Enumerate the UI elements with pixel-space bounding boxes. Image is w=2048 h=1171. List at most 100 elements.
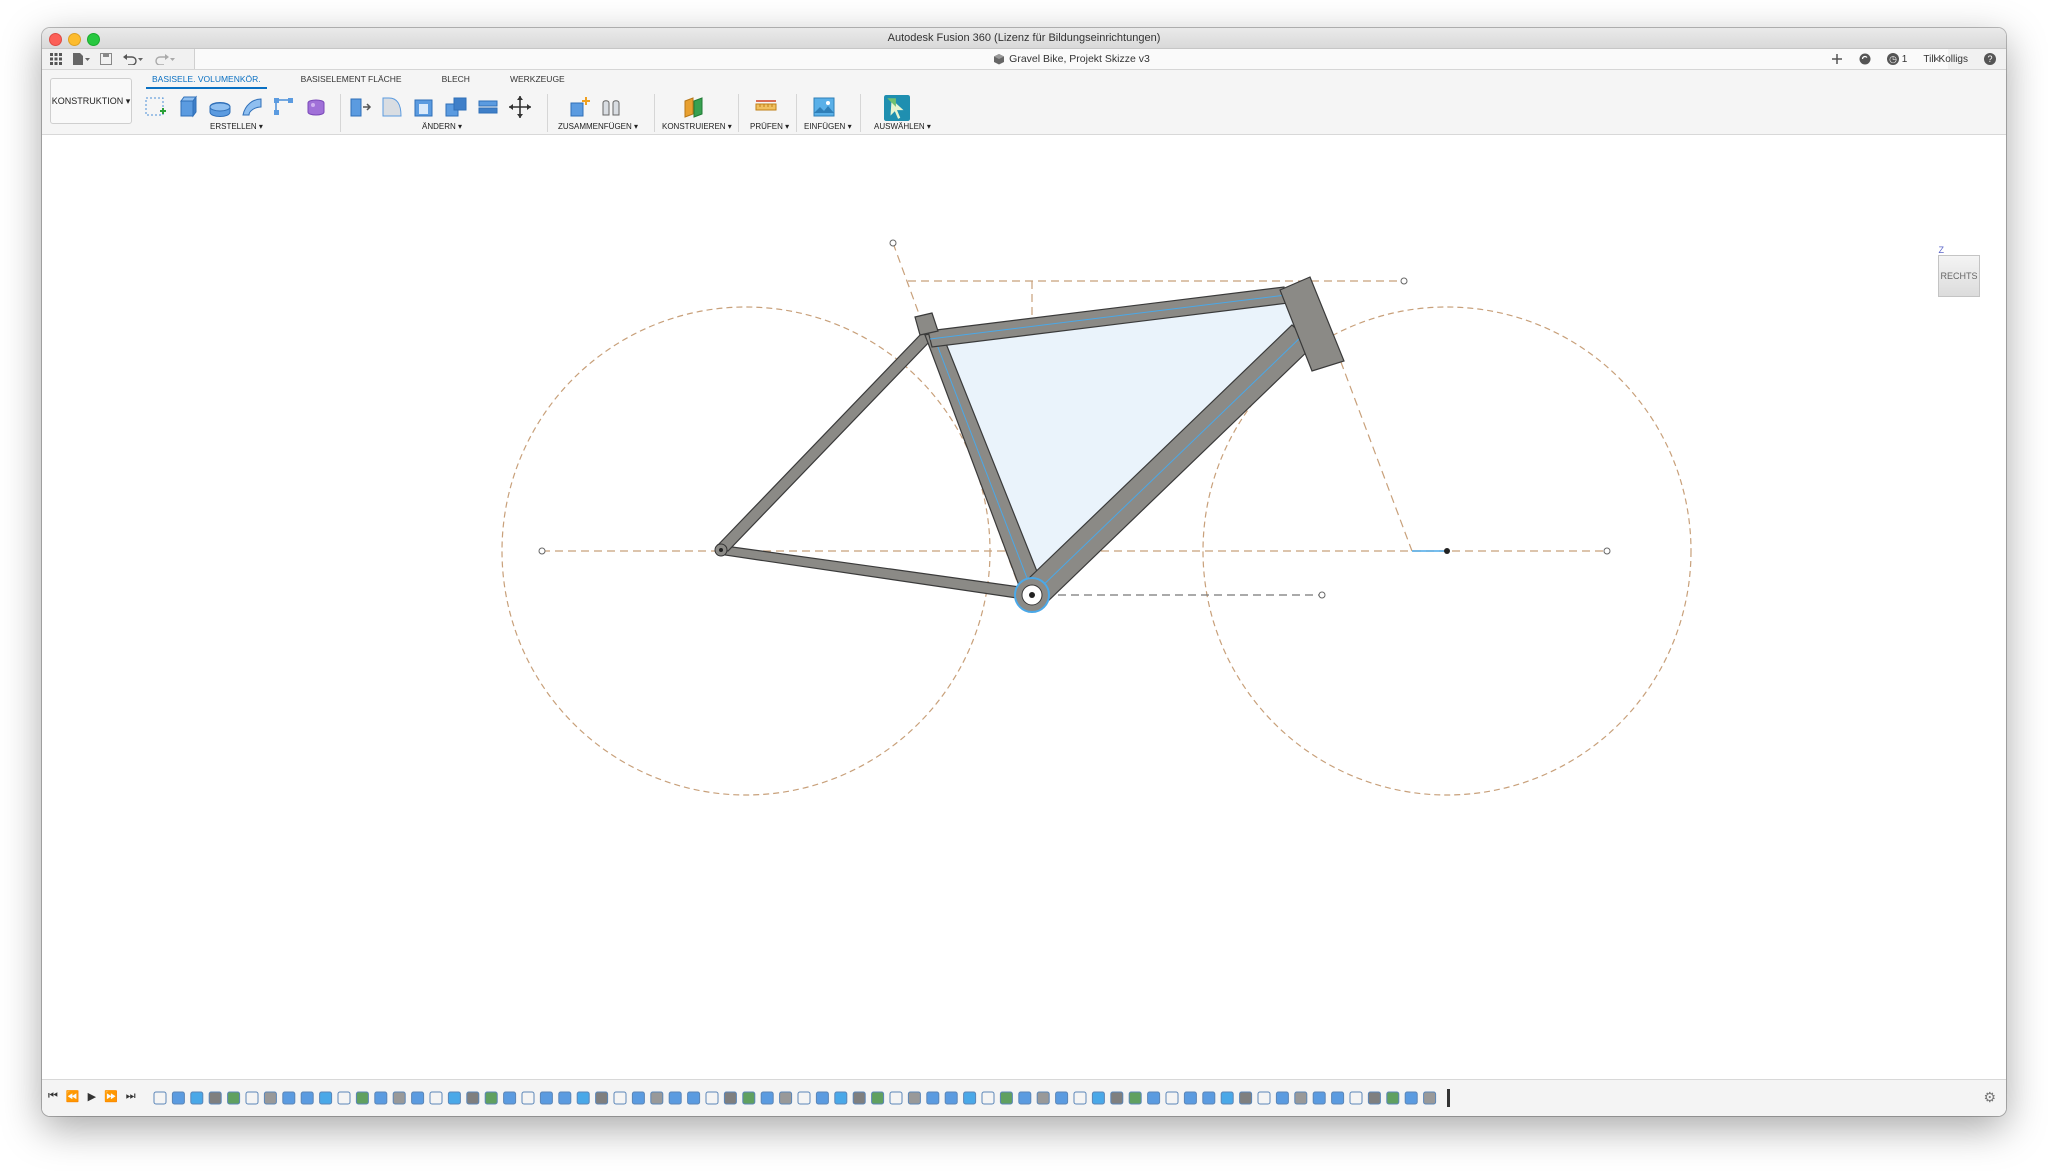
timeline-feature-icon[interactable] bbox=[779, 1091, 793, 1105]
select-group[interactable]: AUSWÄHLEN ▾ bbox=[874, 122, 931, 131]
timeline-feature-icon[interactable] bbox=[576, 1091, 590, 1105]
seat-tube-top[interactable] bbox=[914, 312, 939, 336]
offset-plane-icon[interactable] bbox=[682, 95, 706, 119]
tab-tools[interactable]: WERKZEUGE bbox=[504, 72, 571, 89]
timeline-feature-icon[interactable] bbox=[153, 1091, 167, 1105]
timeline-feature-icon[interactable] bbox=[815, 1091, 829, 1105]
timeline-feature-icon[interactable] bbox=[171, 1091, 185, 1105]
seat-stay[interactable] bbox=[715, 332, 933, 552]
step-back-button[interactable]: ⏪ bbox=[66, 1090, 80, 1103]
timeline-feature-icon[interactable] bbox=[797, 1091, 811, 1105]
timeline-feature-icon[interactable] bbox=[944, 1091, 958, 1105]
step-forward-button[interactable]: ⏩ bbox=[104, 1090, 118, 1103]
timeline-feature-icon[interactable] bbox=[742, 1091, 756, 1105]
timeline-feature-icon[interactable] bbox=[1423, 1091, 1437, 1105]
joint-icon[interactable] bbox=[600, 95, 624, 119]
timeline-feature-icon[interactable] bbox=[1257, 1091, 1271, 1105]
play-button[interactable]: ▶ bbox=[88, 1090, 96, 1103]
maximize-window-button[interactable] bbox=[87, 33, 100, 46]
timeline-feature-icon[interactable] bbox=[447, 1091, 461, 1105]
rectangular-pattern-icon[interactable] bbox=[272, 95, 296, 119]
minimize-window-button[interactable] bbox=[68, 33, 81, 46]
go-to-start-button[interactable]: ⏮ bbox=[48, 1090, 58, 1103]
timeline-feature-icon[interactable] bbox=[263, 1091, 277, 1105]
tab-sheet-metal[interactable]: BLECH bbox=[436, 72, 476, 89]
sweep-icon[interactable] bbox=[240, 95, 264, 119]
timeline-feature-icon[interactable] bbox=[503, 1091, 517, 1105]
timeline-feature-icon[interactable] bbox=[963, 1091, 977, 1105]
job-status[interactable]: ◷ 1 bbox=[1887, 53, 1907, 65]
front-axle-point[interactable] bbox=[1444, 548, 1450, 554]
design-canvas[interactable]: Z RECHTS bbox=[42, 135, 2006, 1080]
go-to-end-button[interactable]: ⏭ bbox=[126, 1090, 136, 1103]
form-icon[interactable] bbox=[304, 95, 328, 119]
modify-group[interactable]: ÄNDERN ▾ bbox=[422, 122, 462, 131]
timeline-feature-icon[interactable] bbox=[521, 1091, 535, 1105]
timeline-feature-icon[interactable] bbox=[558, 1091, 572, 1105]
revolve-icon[interactable] bbox=[208, 95, 232, 119]
timeline-feature-icon[interactable] bbox=[1018, 1091, 1032, 1105]
select-icon[interactable] bbox=[884, 95, 910, 121]
timeline-feature-icon[interactable] bbox=[245, 1091, 259, 1105]
timeline-feature-icon[interactable] bbox=[1331, 1091, 1345, 1105]
document-tab[interactable]: Gravel Bike, Projekt Skizze v3 × bbox=[194, 49, 1948, 69]
timeline-feature-icon[interactable] bbox=[1202, 1091, 1216, 1105]
timeline-feature-icon[interactable] bbox=[1183, 1091, 1197, 1105]
insert-canvas-icon[interactable] bbox=[812, 95, 836, 119]
timeline-feature-icon[interactable] bbox=[1386, 1091, 1400, 1105]
timeline-feature-icon[interactable] bbox=[1404, 1091, 1418, 1105]
view-cube[interactable]: RECHTS bbox=[1938, 255, 1980, 297]
timeline-feature-icon[interactable] bbox=[650, 1091, 664, 1105]
split-body-icon[interactable] bbox=[476, 95, 500, 119]
help-icon[interactable]: ? bbox=[1984, 53, 1996, 65]
timeline-feature-icon[interactable] bbox=[282, 1091, 296, 1105]
file-icon[interactable] bbox=[72, 53, 90, 65]
timeline-feature-icon[interactable] bbox=[429, 1091, 443, 1105]
create-group[interactable]: ERSTELLEN ▾ bbox=[210, 122, 263, 131]
sync-icon[interactable] bbox=[1859, 53, 1871, 65]
timeline-feature-icon[interactable] bbox=[466, 1091, 480, 1105]
insert-group[interactable]: EINFÜGEN ▾ bbox=[804, 122, 852, 131]
construct-group[interactable]: KONSTRUIEREN ▾ bbox=[662, 122, 732, 131]
user-name[interactable]: Till Kolligs bbox=[1923, 54, 1968, 65]
timeline-feature-icon[interactable] bbox=[705, 1091, 719, 1105]
timeline-feature-icon[interactable] bbox=[668, 1091, 682, 1105]
timeline-feature-icon[interactable] bbox=[1110, 1091, 1124, 1105]
combine-icon[interactable] bbox=[444, 95, 468, 119]
timeline-feature-icon[interactable] bbox=[907, 1091, 921, 1105]
rear-dropout[interactable] bbox=[714, 543, 728, 557]
timeline-feature-icon[interactable] bbox=[687, 1091, 701, 1105]
timeline-feature-icon[interactable] bbox=[1349, 1091, 1363, 1105]
gear-icon[interactable]: ⚙ bbox=[1983, 1089, 1996, 1106]
timeline-feature-icon[interactable] bbox=[1275, 1091, 1289, 1105]
timeline-feature-icon[interactable] bbox=[1055, 1091, 1069, 1105]
timeline-feature-icon[interactable] bbox=[981, 1091, 995, 1105]
new-component-icon[interactable] bbox=[568, 95, 592, 119]
fillet-icon[interactable] bbox=[380, 95, 404, 119]
close-window-button[interactable] bbox=[49, 33, 62, 46]
timeline-feature-icon[interactable] bbox=[1239, 1091, 1253, 1105]
timeline-feature-icon[interactable] bbox=[227, 1091, 241, 1105]
timeline-feature-icon[interactable] bbox=[834, 1091, 848, 1105]
tab-surface[interactable]: BASISELEMENT FLÄCHE bbox=[295, 72, 408, 89]
timeline-feature-icon[interactable] bbox=[1165, 1091, 1179, 1105]
timeline-feature-icon[interactable] bbox=[760, 1091, 774, 1105]
timeline-feature-icon[interactable] bbox=[723, 1091, 737, 1105]
undo-icon[interactable] bbox=[122, 53, 144, 65]
timeline-feature-icon[interactable] bbox=[190, 1091, 204, 1105]
measure-icon[interactable] bbox=[754, 95, 778, 119]
move-icon[interactable] bbox=[508, 95, 532, 119]
timeline-feature-icon[interactable] bbox=[300, 1091, 314, 1105]
timeline-feature-icon[interactable] bbox=[631, 1091, 645, 1105]
press-pull-icon[interactable] bbox=[348, 95, 372, 119]
timeline-feature-icon[interactable] bbox=[999, 1091, 1013, 1105]
tab-solid[interactable]: BASISELE. VOLUMENKÖR. bbox=[146, 72, 267, 89]
timeline-feature-icon[interactable] bbox=[411, 1091, 425, 1105]
timeline-feature-icon[interactable] bbox=[1147, 1091, 1161, 1105]
create-sketch-icon[interactable] bbox=[144, 95, 168, 119]
timeline-feature-icon[interactable] bbox=[319, 1091, 333, 1105]
timeline-feature-icon[interactable] bbox=[1091, 1091, 1105, 1105]
assemble-group[interactable]: ZUSAMMENFÜGEN ▾ bbox=[558, 122, 638, 131]
timeline-feature-icon[interactable] bbox=[1367, 1091, 1381, 1105]
timeline-feature-icon[interactable] bbox=[852, 1091, 866, 1105]
